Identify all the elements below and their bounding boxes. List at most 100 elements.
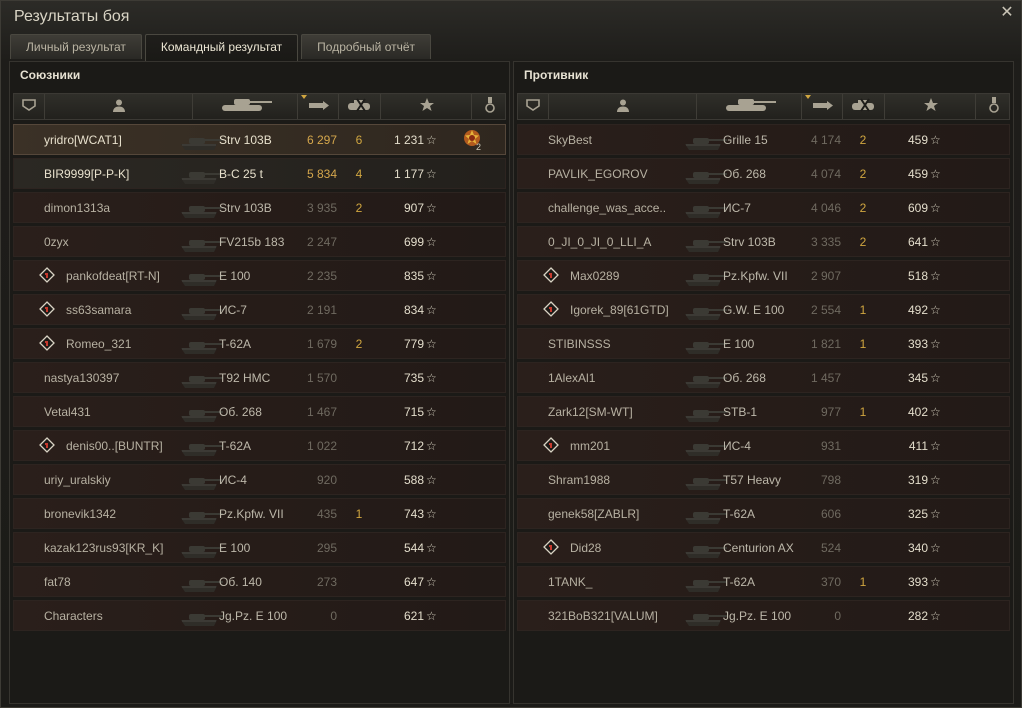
player-row[interactable]: 321BoB321[VALUM] Jg.Pz. E 100 0 282 ☆ <box>517 600 1010 631</box>
player-row[interactable]: 1TANK_ T-62A 370 1 393 ☆ <box>517 566 1010 597</box>
xp-value: 588 <box>403 473 424 487</box>
tank-icon <box>177 468 225 492</box>
column-header-damage[interactable] <box>297 94 339 119</box>
column-header-xp-star[interactable] <box>380 94 472 119</box>
player-row[interactable]: 0_JI_0_JI_0_LLI_A Strv 103B 3 335 2 641 ☆ <box>517 226 1010 257</box>
player-row[interactable]: pankofdeat[RT-N] E 100 2 235 835 ☆ <box>13 260 506 291</box>
tank-icon <box>177 502 225 526</box>
player-row[interactable]: ss63samara ИС-7 2 191 834 ☆ <box>13 294 506 325</box>
close-icon[interactable]: ✕ <box>999 5 1015 21</box>
tank-icon <box>177 298 225 322</box>
tab-detailed-report[interactable]: Подробный отчёт <box>301 34 432 59</box>
column-header-player[interactable] <box>44 94 193 119</box>
xp-star-icon: ☆ <box>426 473 437 487</box>
tab-personal-result[interactable]: Личный результат <box>10 34 142 59</box>
player-row[interactable]: Shram1988 T57 Heavy 798 319 ☆ <box>517 464 1010 495</box>
player-row[interactable]: yridro[WCAT1] Strv 103B 6 297 6 1 231 ☆ 2 <box>13 124 506 155</box>
column-header-damage[interactable] <box>801 94 843 119</box>
player-name: Did28 <box>570 541 602 555</box>
column-header-frags[interactable] <box>338 94 381 119</box>
column-header-frags[interactable] <box>842 94 885 119</box>
xp-star-icon: ☆ <box>930 473 941 487</box>
tank-icon <box>177 604 225 628</box>
xp-value: 779 <box>403 337 424 351</box>
xp-value: 647 <box>403 575 424 589</box>
frags-value: 1 <box>859 575 867 589</box>
player-name: Characters <box>44 609 103 623</box>
player-row[interactable]: Max0289 Pz.Kpfw. VII 2 907 518 ☆ <box>517 260 1010 291</box>
player-row[interactable]: PAVLIK_EGOROV Об. 268 4 074 2 459 ☆ <box>517 158 1010 189</box>
player-row[interactable]: STIBINSSS E 100 1 821 1 393 ☆ <box>517 328 1010 359</box>
xp-star-icon <box>419 97 435 116</box>
vehicle-name: Centurion AX <box>723 541 794 555</box>
xp-star-icon: ☆ <box>930 235 941 249</box>
player-row[interactable]: uriy_uralskiy ИС-4 920 588 ☆ <box>13 464 506 495</box>
tank-icon <box>177 366 225 390</box>
player-row[interactable]: SkyBest Grille 15 4 174 2 459 ☆ <box>517 124 1010 155</box>
tank-icon <box>177 400 225 424</box>
column-header-tank[interactable] <box>192 94 298 119</box>
xp-star-icon <box>923 97 939 116</box>
column-header-player[interactable] <box>548 94 697 119</box>
xp-value: 411 <box>908 439 928 453</box>
player-row[interactable]: Vetal431 Об. 268 1 467 715 ☆ <box>13 396 506 427</box>
player-row[interactable]: nastya130397 T92 HMC 1 570 735 ☆ <box>13 362 506 393</box>
tank-icon <box>177 196 225 220</box>
tank-icon <box>681 604 729 628</box>
player-row[interactable]: Zark12[SM-WT] STB-1 977 1 402 ☆ <box>517 396 1010 427</box>
xp-star-icon: ☆ <box>930 167 941 181</box>
player-row[interactable]: Did28 Centurion AX 524 340 ☆ <box>517 532 1010 563</box>
tank-icon <box>681 332 729 356</box>
tank-icon <box>177 162 225 186</box>
vehicle-name: FV215b 183 <box>219 235 285 249</box>
player-row[interactable]: BIR9999[P-P-K] B-C 25 t 5 834 4 1 177 ☆ <box>13 158 506 189</box>
player-row[interactable]: Romeo_321 T-62A 1 679 2 779 ☆ <box>13 328 506 359</box>
achievement-medal-icon[interactable]: 2 <box>461 127 487 153</box>
tank-icon <box>218 96 274 117</box>
damage-value: 4 074 <box>810 167 841 181</box>
column-header-medal[interactable] <box>471 94 508 119</box>
tank-icon <box>177 128 225 152</box>
xp-value: 518 <box>907 269 928 283</box>
medal-count: 2 <box>476 142 482 152</box>
tank-icon <box>177 536 225 560</box>
player-name: challenge_was_acce.. <box>548 201 667 215</box>
column-header-medal[interactable] <box>975 94 1012 119</box>
player-row[interactable]: fat78 Об. 140 273 647 ☆ <box>13 566 506 597</box>
tank-icon <box>681 468 729 492</box>
column-header-squad[interactable] <box>14 94 44 119</box>
tank-icon <box>177 230 225 254</box>
player-name: Vetal431 <box>44 405 91 419</box>
player-row[interactable]: kazak123rus93[KR_K] E 100 295 544 ☆ <box>13 532 506 563</box>
vehicle-name: B-C 25 t <box>219 167 264 181</box>
column-header-tank[interactable] <box>696 94 802 119</box>
vehicle-name: Jg.Pz. E 100 <box>723 609 792 623</box>
player-row[interactable]: 0zyx FV215b 183 2 247 699 ☆ <box>13 226 506 257</box>
column-header-squad[interactable] <box>518 94 548 119</box>
player-row[interactable]: dimon1313a Strv 103B 3 935 2 907 ☆ <box>13 192 506 223</box>
damage-value: 0 <box>330 609 337 623</box>
vehicle-name: ИС-4 <box>723 439 751 453</box>
tab-team-result[interactable]: Командный результат <box>144 34 299 61</box>
player-row[interactable]: bronevik1342 Pz.Kpfw. VII 435 1 743 ☆ <box>13 498 506 529</box>
player-name: PAVLIK_EGOROV <box>548 167 648 181</box>
player-name: SkyBest <box>548 133 593 147</box>
tank-icon <box>681 502 729 526</box>
xp-star-icon: ☆ <box>426 235 437 249</box>
player-row[interactable]: Igorek_89[61GTD] G.W. E 100 2 554 1 492 ☆ <box>517 294 1010 325</box>
column-header-xp-star[interactable] <box>884 94 976 119</box>
player-row[interactable]: mm201 ИС-4 931 411 ☆ <box>517 430 1010 461</box>
xp-star-icon: ☆ <box>426 507 437 521</box>
vehicle-name: T-62A <box>219 439 252 453</box>
tank-icon <box>722 96 778 117</box>
xp-star-icon: ☆ <box>930 507 941 521</box>
player-row[interactable]: Characters Jg.Pz. E 100 0 621 ☆ <box>13 600 506 631</box>
player-row[interactable]: genek58[ZABLR] T-62A 606 325 ☆ <box>517 498 1010 529</box>
damage-value: 2 191 <box>306 303 337 317</box>
player-name: Igorek_89[61GTD] <box>570 303 669 317</box>
player-row[interactable]: 1AlexAl1 Об. 268 1 457 345 ☆ <box>517 362 1010 393</box>
player-row[interactable]: challenge_was_acce.. ИС-7 4 046 2 609 ☆ <box>517 192 1010 223</box>
player-row[interactable]: denis00..[BUNTR] T-62A 1 022 712 ☆ <box>13 430 506 461</box>
tank-icon <box>681 264 729 288</box>
frags-value: 1 <box>859 405 867 419</box>
